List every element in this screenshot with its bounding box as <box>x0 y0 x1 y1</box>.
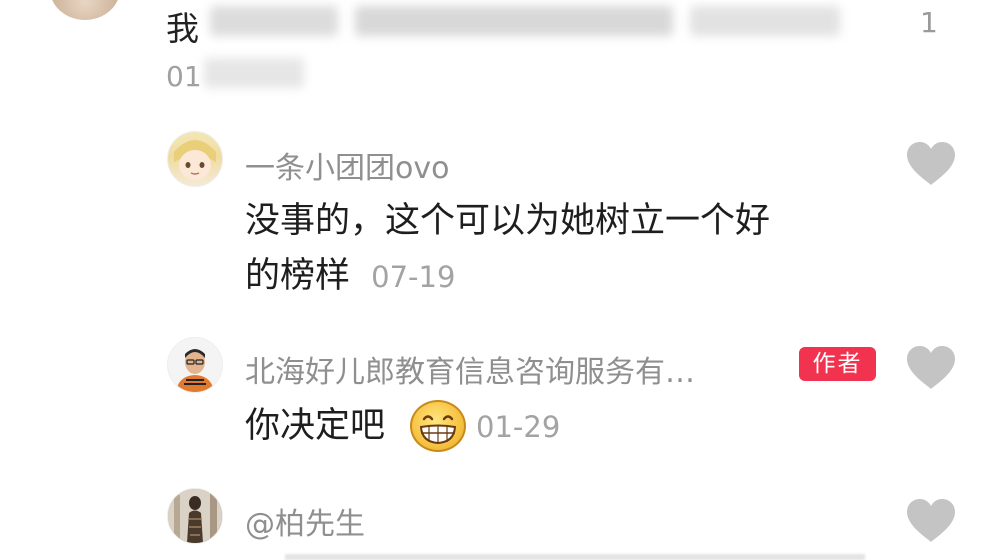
reply-date: 07-19 <box>371 260 456 294</box>
blurred-text-segment <box>355 6 673 36</box>
reply-content-line2: 的榜样 07-19 <box>245 249 770 305</box>
reply-username[interactable]: 一条小团团ovo <box>245 143 449 187</box>
reply-avatar[interactable] <box>167 337 223 393</box>
heart-icon[interactable] <box>905 345 957 391</box>
anime-avatar-image <box>174 140 216 180</box>
reply-content: 你决定吧 <box>245 399 385 454</box>
grin-emoji-icon <box>410 400 466 452</box>
reply-username[interactable]: @柏先生 <box>245 499 365 543</box>
reply-username[interactable]: 北海好儿郎教育信息咨询服务有… <box>245 347 695 391</box>
reply-avatar[interactable] <box>167 488 223 544</box>
person-avatar-image <box>168 338 222 392</box>
reply-content-text: 你决定吧 <box>245 406 386 446</box>
cut-off-content-line <box>285 554 865 560</box>
top-comment-avatar[interactable] <box>50 0 120 20</box>
heart-icon[interactable] <box>905 141 957 187</box>
reply-content: 没事的，这个可以为她树立一个好 的榜样 07-19 <box>245 194 770 305</box>
reply-date: 01-29 <box>476 410 561 444</box>
top-comment-text: 我 <box>166 9 199 48</box>
reply-avatar[interactable] <box>167 131 223 187</box>
heart-icon[interactable] <box>905 498 957 544</box>
blurred-text-segment <box>210 6 338 36</box>
reply-content-text: 的榜样 <box>245 256 351 296</box>
author-badge: 作者 <box>799 347 876 381</box>
reply-content-line: 没事的，这个可以为她树立一个好 <box>245 201 771 241</box>
top-comment-date: 01 <box>166 60 202 93</box>
blurred-date-segment <box>204 58 304 88</box>
blurred-text-segment <box>690 6 840 36</box>
top-comment-like-count: 1 <box>920 6 938 39</box>
person-avatar-image <box>168 489 222 543</box>
